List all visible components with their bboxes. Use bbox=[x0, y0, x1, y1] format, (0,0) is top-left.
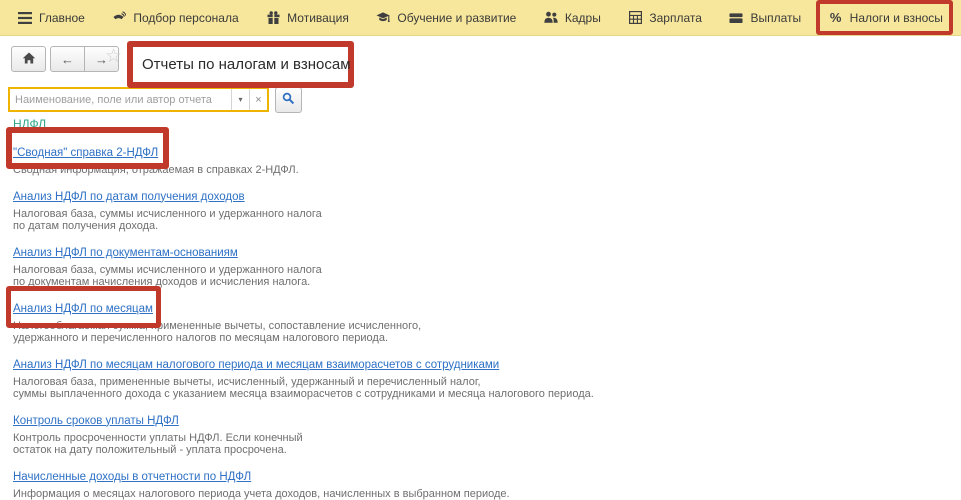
page-title: Отчеты по налогам и взносам bbox=[142, 56, 351, 73]
report-description: суммы выплаченного дохода с указанием ме… bbox=[13, 388, 961, 401]
report-description: Налогооблагаемая сумма, примененные выче… bbox=[13, 320, 961, 333]
clear-button[interactable]: × bbox=[249, 89, 267, 110]
menu-item-kadry[interactable]: Кадры bbox=[544, 11, 601, 25]
annotation-box-title: Отчеты по налогам и взносам bbox=[127, 41, 354, 88]
report-description: остаток на дату положительный - уплата п… bbox=[13, 444, 961, 457]
menu-item-label: Подбор персонала bbox=[133, 11, 238, 25]
report-list: НДФЛ "Сводная" справка 2-НДФЛ Сводная ин… bbox=[0, 114, 961, 500]
hamburger-icon bbox=[18, 11, 32, 25]
close-icon: × bbox=[255, 94, 261, 106]
report-link-analiz-po-datam-polucheniya[interactable]: Анализ НДФЛ по датам получения доходов bbox=[13, 190, 245, 204]
report-item: Контроль сроков уплаты НДФЛ Контроль про… bbox=[13, 411, 961, 457]
report-description: по датам получения дохода. bbox=[13, 220, 961, 233]
menu-item-zarplata[interactable]: Зарплата bbox=[628, 11, 702, 25]
menu-item-label: Зарплата bbox=[649, 11, 702, 25]
report-description: Налоговая база, суммы исчисленного и уде… bbox=[13, 264, 961, 277]
wallet-icon bbox=[729, 11, 743, 25]
report-item: Анализ НДФЛ по документам-основаниям Нал… bbox=[13, 243, 961, 289]
calculator-icon bbox=[628, 11, 642, 25]
magnifier-icon bbox=[282, 92, 295, 108]
people-icon bbox=[544, 11, 558, 25]
arrow-left-icon: ← bbox=[61, 52, 74, 67]
report-description: Информация о месяцах налогового периода … bbox=[13, 488, 961, 500]
main-menu-bar: Главное Подбор персонала Мотивация Обуче… bbox=[0, 0, 961, 36]
search-button[interactable] bbox=[275, 87, 302, 113]
report-link-svodnaya-spravka-2ndfl[interactable]: "Сводная" справка 2-НДФЛ bbox=[13, 146, 158, 160]
menu-item-label: Выплаты bbox=[750, 11, 801, 25]
home-icon bbox=[22, 52, 36, 67]
search-input[interactable] bbox=[10, 89, 231, 110]
report-description: Налоговая база, примененные вычеты, исчи… bbox=[13, 376, 961, 389]
percent-icon: % bbox=[829, 11, 843, 25]
gift-icon bbox=[266, 11, 280, 25]
search-input-wrapper: ▾ × bbox=[8, 87, 269, 112]
section-header-ndfl: НДФЛ bbox=[13, 117, 961, 131]
report-description: по документам начисления доходов и исчис… bbox=[13, 276, 961, 289]
report-item: Анализ НДФЛ по месяцам налогового период… bbox=[13, 355, 961, 401]
back-button[interactable]: ← bbox=[50, 46, 85, 72]
menu-item-label: Кадры bbox=[565, 11, 601, 25]
report-link-kontrol-srokov-uplaty[interactable]: Контроль сроков уплаты НДФЛ bbox=[13, 414, 179, 428]
dropdown-button[interactable]: ▾ bbox=[231, 89, 249, 110]
search-row: ▾ × bbox=[8, 87, 961, 114]
report-link-nachislennye-dohody[interactable]: Начисленные доходы в отчетности по НДФЛ bbox=[13, 470, 251, 484]
graduation-cap-icon bbox=[376, 11, 390, 25]
report-description: Сводная информация, отражаемая в справка… bbox=[13, 164, 961, 177]
report-description: Налоговая база, суммы исчисленного и уде… bbox=[13, 208, 961, 221]
menu-item-vyplaty[interactable]: Выплаты bbox=[729, 11, 801, 25]
menu-item-label: Мотивация bbox=[287, 11, 349, 25]
menu-item-label: Главное bbox=[39, 11, 85, 25]
report-link-analiz-po-mesyacam-perioda[interactable]: Анализ НДФЛ по месяцам налогового период… bbox=[13, 358, 499, 372]
report-item: Анализ НДФЛ по месяцам Налогооблагаемая … bbox=[13, 299, 961, 345]
menu-item-obuchenie-i-razvitie[interactable]: Обучение и развитие bbox=[376, 11, 516, 25]
menu-item-label: Налоги и взносы bbox=[850, 11, 943, 25]
report-description: удержанного и перечисленного налогов по … bbox=[13, 332, 961, 345]
toolbar-row: ← → ☆ Отчеты по налогам и взносам bbox=[0, 36, 961, 86]
phone-icon bbox=[112, 11, 126, 25]
report-item: "Сводная" справка 2-НДФЛ Сводная информа… bbox=[13, 143, 961, 177]
menu-item-nalogi-i-vznosy[interactable]: % Налоги и взносы bbox=[829, 11, 943, 25]
report-link-analiz-po-mesyacam[interactable]: Анализ НДФЛ по месяцам bbox=[13, 302, 153, 316]
menu-item-label: Обучение и развитие bbox=[397, 11, 516, 25]
report-description: Контроль просроченности уплаты НДФЛ. Есл… bbox=[13, 432, 961, 445]
menu-item-podbor-personala[interactable]: Подбор персонала bbox=[112, 11, 238, 25]
star-icon[interactable]: ☆ bbox=[105, 45, 122, 68]
chevron-down-icon: ▾ bbox=[238, 95, 242, 104]
home-button[interactable] bbox=[11, 46, 46, 72]
menu-item-motivaciya[interactable]: Мотивация bbox=[266, 11, 349, 25]
report-link-analiz-po-dokumentam[interactable]: Анализ НДФЛ по документам-основаниям bbox=[13, 246, 238, 260]
menu-item-glavnoe[interactable]: Главное bbox=[18, 11, 85, 25]
report-item: Анализ НДФЛ по датам получения доходов Н… bbox=[13, 187, 961, 233]
